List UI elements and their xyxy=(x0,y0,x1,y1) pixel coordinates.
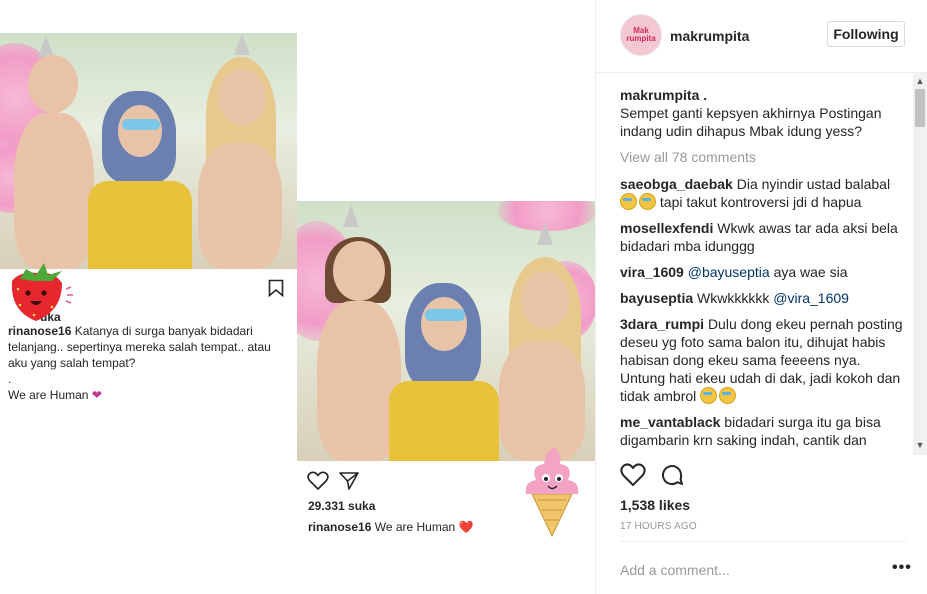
comment-text: aya wae sia xyxy=(773,264,848,280)
caption-text: We are Human xyxy=(374,520,456,534)
crying-laughing-emoji-icon xyxy=(700,387,718,404)
caption-text: Sempet ganti kepsyen akhirnya Postingan … xyxy=(620,105,882,139)
original-caption: rinanose16 Katanya di surga banyak bidad… xyxy=(8,323,288,403)
comment-item: 3dara_rumpi Dulu dong ekeu pernah postin… xyxy=(620,315,908,405)
screenshot-card-edited: 29.331 suka rinanose16 We are Human ❤️ xyxy=(297,201,595,541)
add-comment-input[interactable] xyxy=(620,560,870,580)
post-image-area: uka rinanose16 Katanya di surga banyak b… xyxy=(0,0,595,594)
comment-username[interactable]: mosellexfendi xyxy=(620,220,713,236)
scroll-down-arrow-icon[interactable]: ▼ xyxy=(913,439,927,451)
comment-username[interactable]: bayuseptia xyxy=(620,290,693,306)
post-sidebar: Mak rumpita makrumpita Following makrump… xyxy=(596,0,927,594)
comment-item: bayuseptia Wkwkkkkkk @vira_1609 xyxy=(620,289,908,307)
comment-text-continued: tapi takut kontroversi jdi d hapua xyxy=(659,194,862,210)
post-timestamp[interactable]: 17 HOURS AGO xyxy=(620,521,697,532)
avatar[interactable]: Mak rumpita xyxy=(620,14,662,56)
comment-text: Wkwkkkkkk xyxy=(697,290,770,306)
ice-cream-sticker xyxy=(525,448,579,538)
likes-count[interactable]: 1,538 likes xyxy=(620,497,690,513)
original-post-photo xyxy=(0,33,297,269)
crying-laughing-emoji-icon xyxy=(639,193,656,210)
strawberry-sticker xyxy=(11,263,73,321)
bookmark-icon[interactable] xyxy=(268,279,284,297)
comment-username[interactable]: 3dara_rumpi xyxy=(620,316,704,332)
comment-mention-link[interactable]: @bayuseptia xyxy=(688,264,770,280)
scroll-thumb[interactable] xyxy=(915,89,925,127)
post-header: Mak rumpita makrumpita Following xyxy=(596,0,927,73)
comment-item: mosellexfendi Wkwk awas tar ada aksi bel… xyxy=(620,219,908,255)
comment-icon[interactable] xyxy=(660,463,684,487)
comments-scrollbar[interactable]: ▲ ▼ xyxy=(913,73,927,455)
avatar-text-rumpita: rumpita xyxy=(626,34,656,43)
likes-count[interactable]: 29.331 suka xyxy=(308,499,375,513)
heart-icon[interactable] xyxy=(620,463,646,487)
send-icon[interactable] xyxy=(339,471,359,491)
post-caption: makrumpita . Sempet ganti kepsyen akhirn… xyxy=(620,86,908,140)
comment-item: saeobga_daebak Dia nyindir ustad balabal… xyxy=(620,175,908,211)
caption-username[interactable]: rinanose16 xyxy=(8,324,71,338)
scroll-up-arrow-icon[interactable]: ▲ xyxy=(913,75,927,87)
comment-text: Dia nyindir ustad balabal xyxy=(736,176,891,192)
comment-username[interactable]: saeobga_daebak xyxy=(620,176,733,192)
comment-username[interactable]: vira_1609 xyxy=(620,264,684,280)
more-options-icon[interactable]: ••• xyxy=(892,560,912,576)
caption-dot: . xyxy=(8,372,12,386)
crying-laughing-emoji-icon xyxy=(719,387,737,404)
edited-caption: rinanose16 We are Human ❤️ xyxy=(308,520,474,534)
heart-icon[interactable] xyxy=(307,471,329,491)
comments-list: makrumpita . Sempet ganti kepsyen akhirn… xyxy=(620,86,908,452)
comment-mention-link[interactable]: @vira_1609 xyxy=(773,290,849,306)
purple-heart-icon: ❤ xyxy=(91,388,102,402)
caption-tagline: We are Human ❤ xyxy=(8,388,102,402)
caption-username[interactable]: rinanose16 xyxy=(308,520,371,534)
caption-username[interactable]: makrumpita . xyxy=(620,86,908,104)
view-all-comments-link[interactable]: View all 78 comments xyxy=(620,148,908,166)
divider xyxy=(620,541,907,542)
edited-post-photo xyxy=(297,201,595,461)
following-button[interactable]: Following xyxy=(827,21,905,47)
screenshot-card-original: uka rinanose16 Katanya di surga banyak b… xyxy=(0,33,297,413)
crying-laughing-emoji-icon xyxy=(620,193,637,210)
red-heart-icon: ❤️ xyxy=(458,520,474,534)
header-username[interactable]: makrumpita xyxy=(670,28,749,44)
comment-item: me_vantablack bidadari surga itu ga bisa… xyxy=(620,413,908,452)
comment-item: vira_1609 @bayuseptia aya wae sia xyxy=(620,263,908,281)
comment-username[interactable]: me_vantablack xyxy=(620,414,720,430)
